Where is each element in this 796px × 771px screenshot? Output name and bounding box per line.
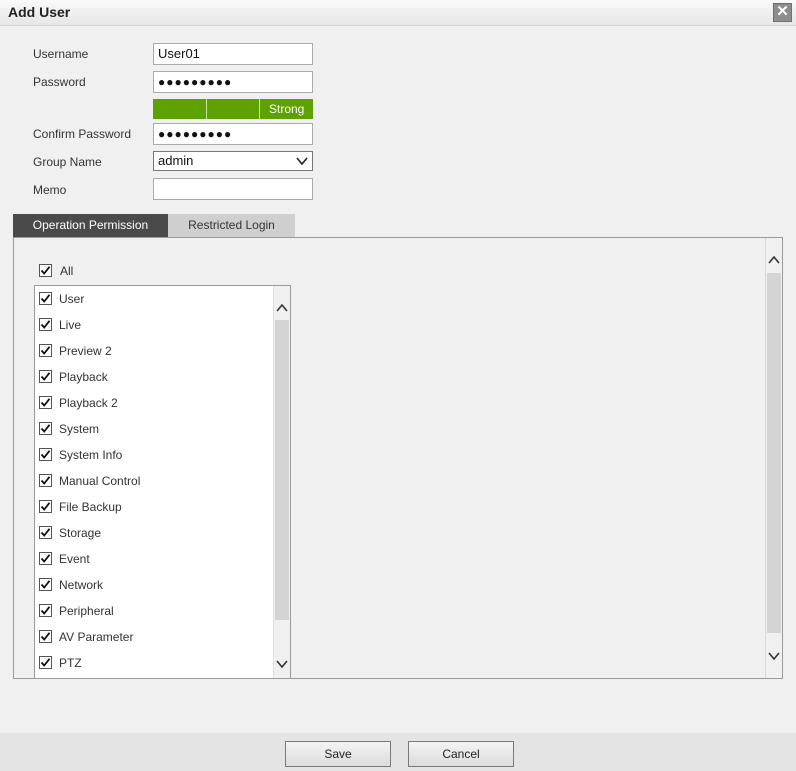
scroll-down-icon[interactable] (768, 650, 780, 662)
username-label: Username (33, 47, 89, 61)
memo-label: Memo (33, 183, 67, 197)
permission-label: Event (59, 552, 90, 566)
checkmark-icon (40, 476, 51, 485)
list-item[interactable]: Peripheral (35, 598, 273, 624)
checkmark-icon (40, 554, 51, 563)
checkmark-icon (40, 580, 51, 589)
checkmark-icon (40, 294, 51, 303)
permission-label: Live (59, 318, 82, 332)
panel-scroll-thumb[interactable] (767, 273, 781, 633)
checkmark-icon (40, 450, 51, 459)
permission-list: User Live Preview 2 Playback Playback 2 Syste… (34, 285, 291, 678)
chevron-down-icon (296, 157, 308, 166)
permission-checkbox[interactable] (39, 526, 52, 539)
dialog-footer (0, 733, 796, 771)
permission-checkbox[interactable] (39, 578, 52, 591)
memo-input[interactable] (153, 178, 313, 200)
permission-checkbox[interactable] (39, 396, 52, 409)
permission-checkbox[interactable] (39, 474, 52, 487)
permission-checkbox[interactable] (39, 448, 52, 461)
list-item[interactable]: Playback (35, 364, 273, 390)
checkmark-icon (40, 658, 51, 667)
permission-label: File Backup (59, 500, 122, 514)
strength-segment-3: Strong (260, 99, 314, 119)
password-strength-bar: Strong (153, 99, 314, 119)
permission-checkbox[interactable] (39, 318, 52, 331)
permission-label: PTZ (59, 656, 82, 670)
list-item[interactable]: System (35, 416, 273, 442)
password-input[interactable]: ●●●●●●●●● (153, 71, 313, 93)
group-name-label: Group Name (33, 155, 102, 169)
list-item[interactable]: PTZ (35, 650, 273, 676)
permission-label: AV Parameter (59, 630, 134, 644)
permission-checkbox[interactable] (39, 500, 52, 513)
permission-label: System Info (59, 448, 123, 462)
list-item[interactable]: System Info (35, 442, 273, 468)
permission-checkbox[interactable] (39, 292, 52, 305)
permission-checkbox[interactable] (39, 552, 52, 565)
permission-label: Storage (59, 526, 102, 540)
confirm-password-input[interactable]: ●●●●●●●●● (153, 123, 313, 145)
list-item[interactable]: Live (35, 312, 273, 338)
group-name-select[interactable]: admin (153, 151, 313, 171)
dialog-titlebar: Add User ✕ (0, 0, 796, 26)
checkmark-icon (40, 346, 51, 355)
checkmark-icon (40, 398, 51, 407)
checkmark-icon (40, 266, 51, 275)
permission-label: User (59, 292, 85, 306)
all-label: All (60, 264, 74, 278)
permission-label: Network (59, 578, 104, 592)
permission-list-scrollbar[interactable] (273, 286, 290, 678)
list-item[interactable]: File Backup (35, 494, 273, 520)
permission-label: Manual Control (59, 474, 141, 488)
list-item[interactable]: Network (35, 572, 273, 598)
checkmark-icon (40, 372, 51, 381)
permission-label: System (59, 422, 100, 436)
checkmark-icon (40, 320, 51, 329)
permission-checkbox[interactable] (39, 656, 52, 669)
tab-restricted-login[interactable]: Restricted Login (168, 214, 295, 237)
tab-operation-permission[interactable]: Operation Permission (13, 214, 168, 237)
scroll-down-icon[interactable] (276, 658, 288, 670)
confirm-password-label: Confirm Password (33, 127, 132, 141)
strength-segment-1 (153, 99, 207, 119)
permission-checkbox[interactable] (39, 370, 52, 383)
list-item[interactable]: Manual Control (35, 468, 273, 494)
password-label: Password (33, 75, 86, 89)
permission-list-scroll-thumb[interactable] (275, 320, 289, 620)
list-item[interactable]: Event (35, 546, 273, 572)
cancel-button[interactable]: Cancel (408, 741, 514, 767)
permission-panel: All User Live Preview 2 Playback Playback 2 S… (13, 237, 783, 679)
dialog-title: Add User (8, 4, 71, 20)
list-item[interactable]: Storage (35, 520, 273, 546)
checkmark-icon (40, 606, 51, 615)
permission-checkbox[interactable] (39, 604, 52, 617)
save-button[interactable]: Save (285, 741, 391, 767)
permission-label: Playback (59, 370, 108, 384)
strength-segment-2 (206, 99, 261, 119)
permission-label: Preview 2 (59, 344, 112, 358)
list-item[interactable]: Preview 2 (35, 338, 273, 364)
list-item[interactable]: AV Parameter (35, 624, 273, 650)
list-item[interactable]: Playback 2 (35, 390, 273, 416)
checkmark-icon (40, 632, 51, 641)
permission-label: Peripheral (59, 604, 114, 618)
permission-checkbox[interactable] (39, 630, 52, 643)
group-name-value: admin (158, 153, 194, 168)
checkmark-icon (40, 528, 51, 537)
scroll-up-icon[interactable] (276, 302, 288, 314)
panel-scrollbar[interactable] (765, 238, 782, 678)
permission-checkbox[interactable] (39, 344, 52, 357)
checkmark-icon (40, 502, 51, 511)
scroll-up-icon[interactable] (768, 254, 780, 266)
checkmark-icon (40, 424, 51, 433)
permission-checkbox[interactable] (39, 422, 52, 435)
close-icon[interactable]: ✕ (773, 3, 792, 22)
username-input[interactable]: User01 (153, 43, 313, 65)
permission-label: Playback 2 (59, 396, 118, 410)
all-checkbox[interactable] (39, 264, 52, 277)
list-item[interactable]: User (35, 286, 273, 312)
